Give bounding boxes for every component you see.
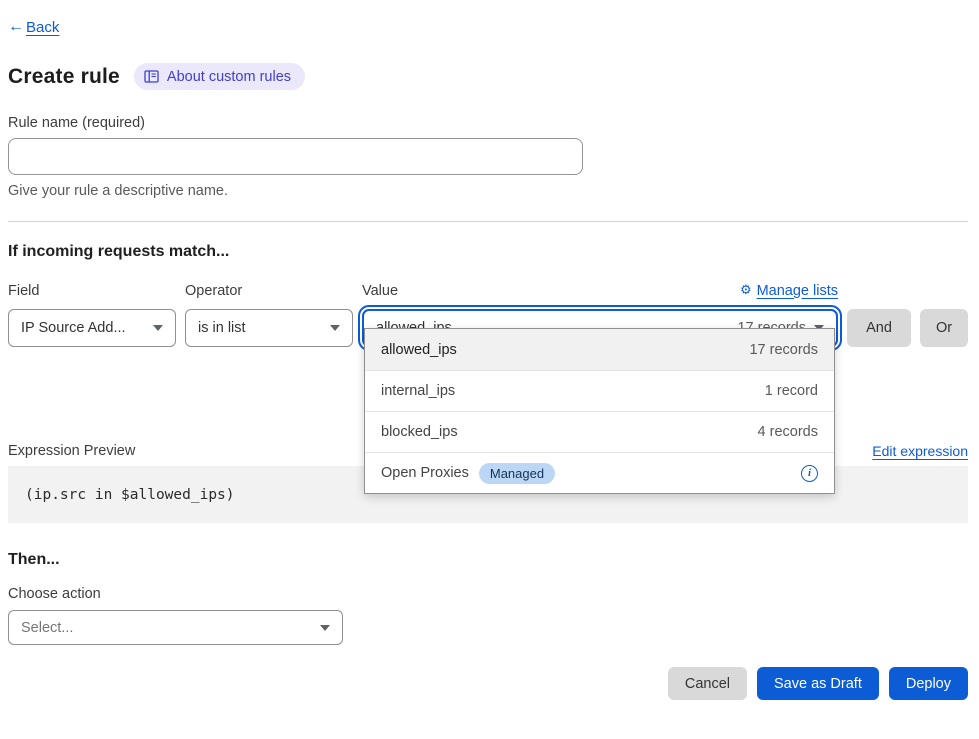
gear-icon: ⚙: [740, 283, 752, 298]
rule-name-block: Rule name (required) Give your rule a de…: [8, 115, 968, 199]
then-section-heading: Then...: [8, 551, 968, 569]
match-section-heading: If incoming requests match...: [8, 243, 968, 261]
choose-action-label: Choose action: [8, 586, 968, 602]
list-option-name: blocked_ips: [381, 424, 458, 440]
value-label: Value: [362, 283, 398, 299]
action-select[interactable]: Select...: [8, 610, 343, 645]
expression-code: (ip.src in $allowed_ips): [25, 487, 235, 503]
operator-label: Operator: [185, 283, 242, 299]
list-dropdown-menu: allowed_ips 17 records internal_ips 1 re…: [364, 328, 835, 494]
list-option-name: allowed_ips: [381, 342, 457, 358]
and-button[interactable]: And: [847, 309, 911, 347]
list-option-internal-ips[interactable]: internal_ips 1 record: [365, 370, 834, 411]
field-label: Field: [8, 283, 39, 299]
chevron-down-icon: [330, 325, 340, 331]
managed-badge: Managed: [479, 463, 555, 484]
operator-select-value: is in list: [198, 320, 246, 336]
operator-column: Operator is in list: [185, 281, 353, 347]
list-option-allowed-ips[interactable]: allowed_ips 17 records: [365, 329, 834, 370]
back-link[interactable]: ←Back: [8, 18, 59, 36]
rule-name-input[interactable]: [8, 138, 583, 175]
condition-row: Field IP Source Add... Operator is in li…: [8, 281, 968, 347]
list-option-left: Open Proxies Managed: [381, 463, 555, 484]
edit-expression-link[interactable]: Edit expression: [872, 443, 968, 459]
action-select-placeholder: Select...: [21, 620, 73, 636]
field-column: Field IP Source Add...: [8, 281, 176, 347]
create-rule-page: ←Back Create rule About custom rules Rul…: [0, 0, 979, 739]
rule-name-label: Rule name (required): [8, 115, 968, 131]
deploy-button[interactable]: Deploy: [889, 667, 968, 700]
save-as-draft-button[interactable]: Save as Draft: [757, 667, 879, 700]
list-option-name: Open Proxies: [381, 465, 469, 481]
footer-actions: Cancel Save as Draft Deploy: [8, 667, 968, 700]
manage-lists-label: Manage lists: [757, 283, 838, 299]
rule-name-helper: Give your rule a descriptive name.: [8, 183, 968, 199]
list-option-meta: 1 record: [765, 383, 818, 399]
list-option-blocked-ips[interactable]: blocked_ips 4 records: [365, 411, 834, 452]
back-arrow-icon: ←: [8, 18, 24, 36]
list-option-open-proxies[interactable]: Open Proxies Managed i: [365, 452, 834, 493]
title-row: Create rule About custom rules: [8, 63, 968, 90]
operator-select[interactable]: is in list: [185, 309, 353, 347]
back-row: ←Back: [8, 18, 968, 36]
book-icon: [144, 70, 159, 83]
about-custom-rules-link[interactable]: About custom rules: [134, 63, 305, 90]
cancel-button[interactable]: Cancel: [668, 667, 747, 700]
info-icon[interactable]: i: [801, 465, 818, 482]
field-select[interactable]: IP Source Add...: [8, 309, 176, 347]
about-custom-rules-label: About custom rules: [167, 69, 291, 85]
field-select-value: IP Source Add...: [21, 320, 126, 336]
or-button[interactable]: Or: [920, 309, 968, 347]
page-title: Create rule: [8, 65, 120, 89]
list-option-meta: 17 records: [749, 342, 818, 358]
chevron-down-icon: [320, 625, 330, 631]
back-link-label: Back: [26, 19, 59, 36]
chevron-down-icon: [153, 325, 163, 331]
section-divider: [8, 221, 968, 222]
list-option-name: internal_ips: [381, 383, 455, 399]
expression-preview-label: Expression Preview: [8, 443, 135, 459]
manage-lists-link[interactable]: ⚙ Manage lists: [740, 283, 838, 299]
value-column: Value ⚙ Manage lists allowed_ips 17 reco…: [362, 281, 838, 347]
list-option-meta: 4 records: [758, 424, 818, 440]
